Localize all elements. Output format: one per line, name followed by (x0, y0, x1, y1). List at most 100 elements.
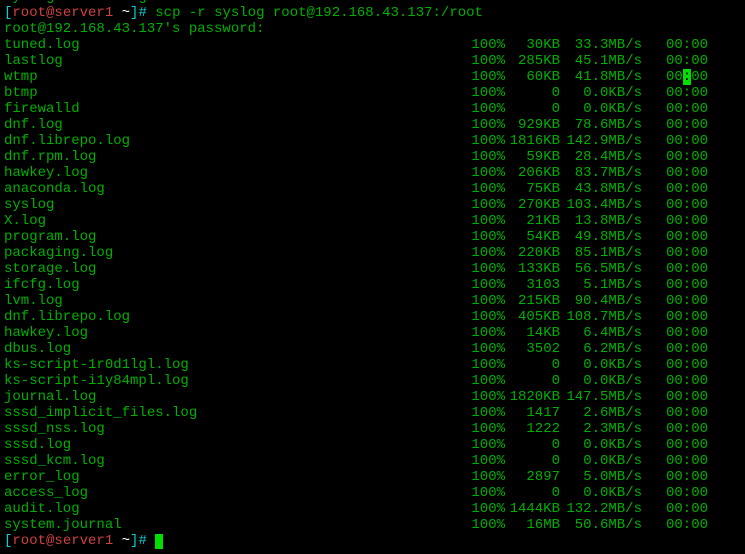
rate: 108.7MB/s (560, 309, 642, 325)
size: 0 (505, 453, 560, 469)
file-name: hawkey.log (4, 165, 469, 181)
rate: 5.1MB/s (560, 277, 642, 293)
scp-progress-row: sssd.log100%00.0KB/s00:00 (4, 437, 741, 453)
cursor (155, 534, 163, 549)
eta: 00:00 (642, 117, 708, 133)
file-name: access_log (4, 485, 469, 501)
scp-progress-row: dnf.librepo.log100%1816KB142.9MB/s00:00 (4, 133, 741, 149)
size: 1816KB (505, 133, 560, 149)
file-name: program.log (4, 229, 469, 245)
scp-progress-row: ks-script-1r0d1lgl.log100%00.0KB/s00:00 (4, 357, 741, 373)
rate: 56.5MB/s (560, 261, 642, 277)
rate: 13.8MB/s (560, 213, 642, 229)
file-name: ks-script-i1y84mpl.log (4, 373, 469, 389)
size: 54KB (505, 229, 560, 245)
rate: 90.4MB/s (560, 293, 642, 309)
eta: 00:00 (642, 293, 708, 309)
rate: 50.6MB/s (560, 517, 642, 533)
file-name: sssd_kcm.log (4, 453, 469, 469)
percent: 100% (469, 277, 505, 293)
rate: 2.6MB/s (560, 405, 642, 421)
file-name: dnf.rpm.log (4, 149, 469, 165)
eta: 00:00 (642, 373, 708, 389)
scp-progress-row: tuned.log100%30KB33.3MB/s00:00 (4, 37, 741, 53)
size: 75KB (505, 181, 560, 197)
rate: 0.0KB/s (560, 101, 642, 117)
eta: 00:00 (642, 69, 708, 85)
eta: 00:00 (642, 261, 708, 277)
rate: 5.0MB/s (560, 469, 642, 485)
percent: 100% (469, 149, 505, 165)
scp-progress-row: access_log100%00.0KB/s00:00 (4, 485, 741, 501)
size: 14KB (505, 325, 560, 341)
rate: 0.0KB/s (560, 373, 642, 389)
scp-progress-row: anaconda.log100%75KB43.8MB/s00:00 (4, 181, 741, 197)
scp-progress-row: audit.log100%1444KB132.2MB/s00:00 (4, 501, 741, 517)
scp-progress-row: X.log100%21KB13.8MB/s00:00 (4, 213, 741, 229)
file-name: syslog (4, 197, 469, 213)
size: 21KB (505, 213, 560, 229)
eta: 00:00 (642, 325, 708, 341)
rate: 78.6MB/s (560, 117, 642, 133)
rate: 0.0KB/s (560, 437, 642, 453)
eta: 00:00 (642, 485, 708, 501)
rate: 0.0KB/s (560, 357, 642, 373)
file-name: lvm.log (4, 293, 469, 309)
percent: 100% (469, 85, 505, 101)
eta: 00:00 (642, 517, 708, 533)
scp-progress-row: sssd_nss.log100%12222.3MB/s00:00 (4, 421, 741, 437)
rate: 85.1MB/s (560, 245, 642, 261)
rate: 33.3MB/s (560, 37, 642, 53)
prompt-line[interactable]: [root@server1 ~]# (4, 533, 741, 549)
file-name: sssd_implicit_files.log (4, 405, 469, 421)
file-name: error_log (4, 469, 469, 485)
size: 206KB (505, 165, 560, 181)
size: 929KB (505, 117, 560, 133)
rate: 6.2MB/s (560, 341, 642, 357)
size: 0 (505, 485, 560, 501)
size: 0 (505, 85, 560, 101)
file-name: system.journal (4, 517, 469, 533)
percent: 100% (469, 373, 505, 389)
scp-progress-row: storage.log100%133KB56.5MB/s00:00 (4, 261, 741, 277)
rate: 103.4MB/s (560, 197, 642, 213)
file-name: tuned.log (4, 37, 469, 53)
size: 133KB (505, 261, 560, 277)
eta: 00:00 (642, 341, 708, 357)
size: 59KB (505, 149, 560, 165)
prompt-suffix: ]# (130, 5, 155, 21)
size: 0 (505, 373, 560, 389)
rate: 0.0KB/s (560, 85, 642, 101)
eta: 00:00 (642, 245, 708, 261)
file-name: dnf.librepo.log (4, 133, 469, 149)
eta: 00:00 (642, 421, 708, 437)
file-name: anaconda.log (4, 181, 469, 197)
scp-progress-row: sssd_implicit_files.log100%14172.6MB/s00… (4, 405, 741, 421)
size: 16MB (505, 517, 560, 533)
eta: 00:00 (642, 437, 708, 453)
rate: 45.1MB/s (560, 53, 642, 69)
percent: 100% (469, 197, 505, 213)
eta: 00:00 (642, 277, 708, 293)
scp-progress-row: dnf.librepo.log100%405KB108.7MB/s00:00 (4, 309, 741, 325)
eta: 00:00 (642, 181, 708, 197)
eta: 00:00 (642, 453, 708, 469)
percent: 100% (469, 389, 505, 405)
file-name: packaging.log (4, 245, 469, 261)
prompt-cwd: ~ (113, 533, 130, 549)
eta: 00:00 (642, 213, 708, 229)
eta: 00:00 (642, 501, 708, 517)
scp-progress-row: ks-script-i1y84mpl.log100%00.0KB/s00:00 (4, 373, 741, 389)
scp-progress-row: wtmp100%60KB41.8MB/s00:00 (4, 69, 741, 85)
rate: 83.7MB/s (560, 165, 642, 181)
scp-progress-row: packaging.log100%220KB85.1MB/s00:00 (4, 245, 741, 261)
percent: 100% (469, 101, 505, 117)
rate: 132.2MB/s (560, 501, 642, 517)
terminal-output[interactable]: syslog: not a regular file[root@server1 … (4, 0, 741, 549)
rate: 41.8MB/s (560, 69, 642, 85)
file-name: firewalld (4, 101, 469, 117)
size: 3103 (505, 277, 560, 293)
eta: 00:00 (642, 469, 708, 485)
eta: 00:00 (642, 165, 708, 181)
eta: 00:00 (642, 53, 708, 69)
